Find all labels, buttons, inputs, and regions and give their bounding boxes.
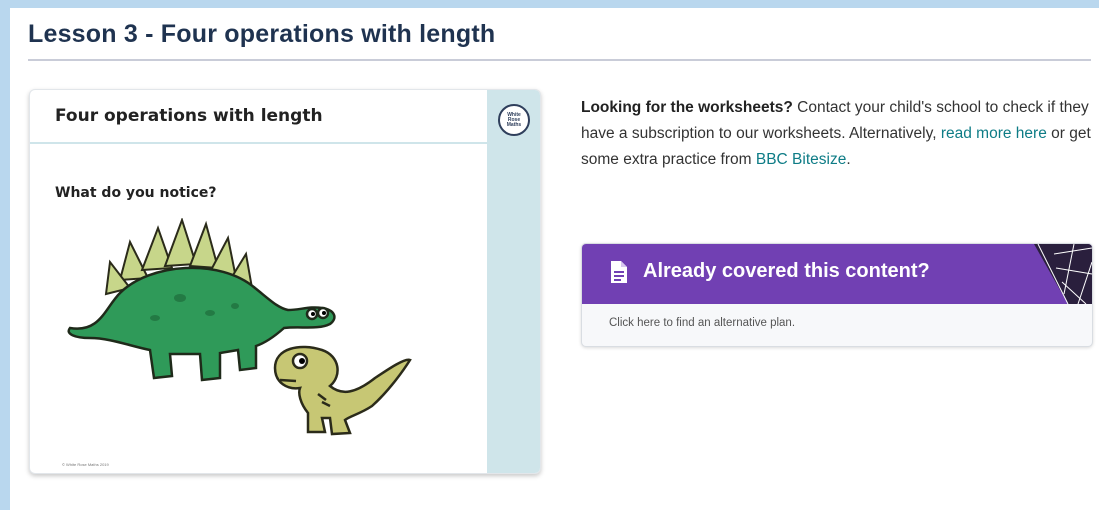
title-divider [28, 59, 1091, 61]
slide-copyright: © White Rose Maths 2019 [62, 462, 109, 467]
t-rex [273, 345, 412, 436]
alternative-plan-card[interactable]: Already covered this content? Click here… [581, 243, 1093, 347]
page-title: Lesson 3 - Four operations with length [28, 20, 496, 48]
white-rose-logo-icon: White Rose Maths [498, 104, 530, 136]
alternative-plan-heading: Already covered this content? [643, 260, 930, 282]
slide-question: What do you notice? [55, 185, 217, 201]
alternative-plan-banner: Already covered this content? [582, 244, 1092, 304]
alternative-plan-subtext: Click here to find an alternative plan. [609, 317, 796, 329]
lesson-slide-preview[interactable]: Four operations with length White Rose M… [29, 89, 541, 474]
worksheets-lead: Looking for the worksheets? [581, 99, 793, 116]
slide-header-divider [30, 142, 487, 144]
worksheets-info: Looking for the worksheets? Contact your… [581, 95, 1091, 173]
read-more-link[interactable]: read more here [941, 125, 1047, 142]
slide-title: Four operations with length [55, 106, 323, 126]
bbc-bitesize-link[interactable]: BBC Bitesize [756, 151, 846, 168]
info-text-3: . [846, 151, 851, 168]
slide-sidebar [487, 90, 540, 473]
geometric-decoration [1034, 244, 1092, 304]
lesson-panel: Lesson 3 - Four operations with length F… [10, 8, 1099, 510]
logo-text: White Rose Maths [506, 111, 522, 128]
dinosaurs-illustration [67, 218, 412, 436]
document-icon [611, 261, 627, 283]
